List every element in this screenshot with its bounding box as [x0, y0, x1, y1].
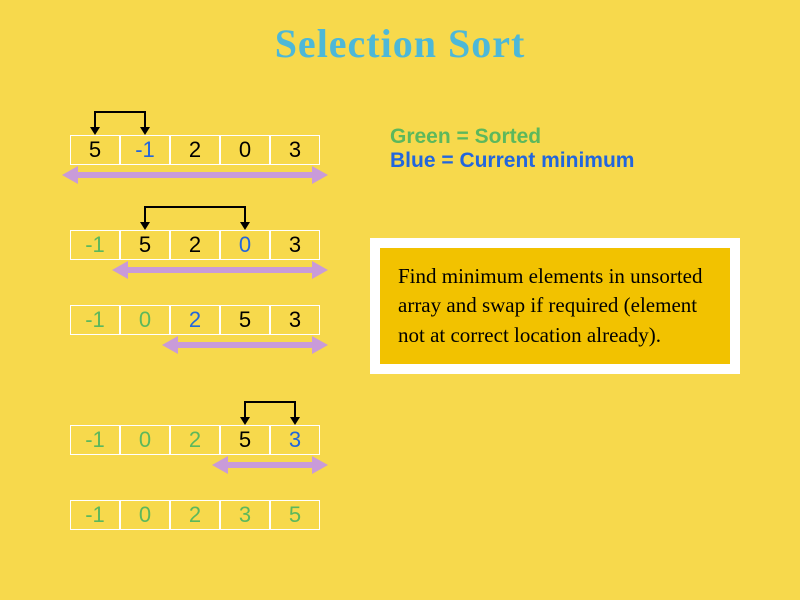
array-cell: 5	[220, 305, 270, 335]
legend-minimum: Blue = Current minimum	[390, 149, 634, 173]
range-arrow	[70, 264, 320, 274]
range-arrow	[70, 169, 320, 179]
array-cell: -1	[70, 305, 120, 335]
array-cell: 2	[170, 305, 220, 335]
array-cell: 0	[120, 425, 170, 455]
step-3: -10253	[70, 395, 320, 469]
array-cell: -1	[70, 425, 120, 455]
step-1: -15203	[70, 200, 320, 274]
range-arrow	[70, 459, 320, 469]
array-cell: 2	[170, 425, 220, 455]
array-cell: -1	[70, 230, 120, 260]
array-cell: 0	[220, 230, 270, 260]
array-row: -10253	[70, 425, 320, 455]
description-box: Find minimum elements in unsorted array …	[370, 238, 740, 374]
step-2: -10253	[70, 305, 320, 349]
array-cell: 0	[120, 500, 170, 530]
array-row: -10235	[70, 500, 320, 530]
array-cell: -1	[120, 135, 170, 165]
page-title: Selection Sort	[0, 0, 800, 67]
array-cell: 5	[220, 425, 270, 455]
array-cell: 0	[120, 305, 170, 335]
swap-indicator	[70, 105, 320, 135]
legend-sorted: Green = Sorted	[390, 125, 634, 149]
array-cell: 0	[220, 135, 270, 165]
array-cell: 3	[270, 305, 320, 335]
array-cell: 3	[220, 500, 270, 530]
array-cell: -1	[70, 500, 120, 530]
array-cell: 3	[270, 135, 320, 165]
step-4: -10235	[70, 500, 320, 530]
swap-indicator	[70, 200, 320, 230]
step-0: 5-1203	[70, 105, 320, 179]
description-text: Find minimum elements in unsorted array …	[380, 248, 730, 364]
array-cell: 2	[170, 230, 220, 260]
array-cell: 3	[270, 230, 320, 260]
legend: Green = Sorted Blue = Current minimum	[390, 125, 634, 173]
range-arrow	[70, 339, 320, 349]
array-cell: 5	[270, 500, 320, 530]
array-cell: 2	[170, 135, 220, 165]
array-row: 5-1203	[70, 135, 320, 165]
array-cell: 2	[170, 500, 220, 530]
array-cell: 5	[120, 230, 170, 260]
array-cell: 5	[70, 135, 120, 165]
array-row: -15203	[70, 230, 320, 260]
array-cell: 3	[270, 425, 320, 455]
array-row: -10253	[70, 305, 320, 335]
swap-indicator	[70, 395, 320, 425]
